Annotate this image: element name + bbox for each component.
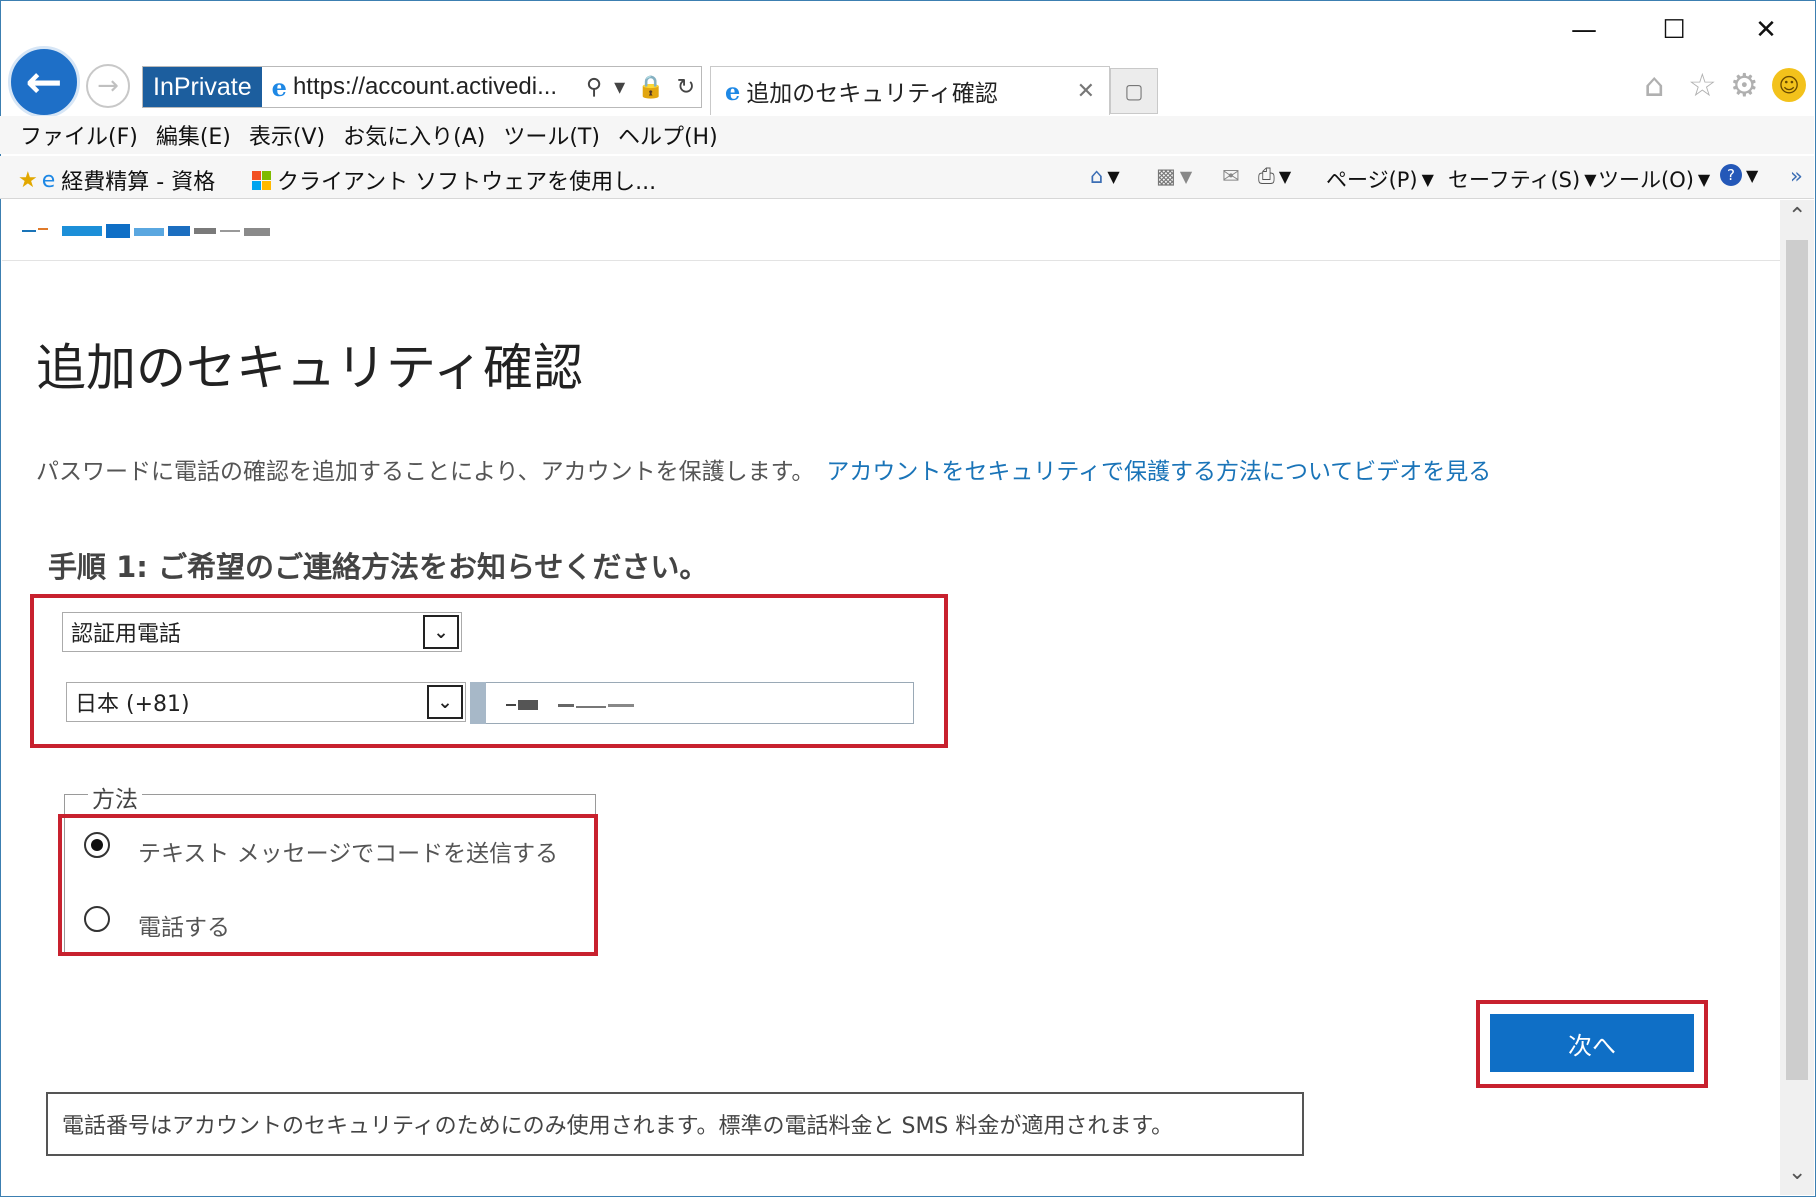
favorites-star-icon[interactable]: ☆: [1688, 66, 1717, 104]
windows-logo-icon: [252, 170, 271, 190]
favorite-item[interactable]: クライアント ソフトウェアを使用し...: [252, 164, 656, 196]
address-bar[interactable]: InPrivate e https://account.activedi... …: [142, 66, 702, 108]
dropdown-icon: ▼: [1421, 169, 1434, 189]
next-button[interactable]: 次へ: [1490, 1014, 1694, 1072]
phone-field-grip: [470, 682, 486, 724]
dropdown-icon[interactable]: ▾: [614, 75, 625, 100]
home-icon: ⌂: [1090, 164, 1104, 188]
back-button[interactable]: ←: [8, 46, 80, 118]
favorite-item[interactable]: ★ e 経費精算 - 資格: [18, 164, 215, 196]
arrow-left-icon: ←: [25, 56, 63, 108]
home-icon[interactable]: ⌂: [1644, 66, 1664, 104]
favorites-star-icon: ★: [18, 167, 38, 193]
dropdown-icon: ▼: [1584, 169, 1597, 189]
favorite-label: 経費精算 - 資格: [61, 170, 216, 195]
gear-icon[interactable]: ⚙: [1730, 66, 1759, 104]
country-select[interactable]: 日本 (+81) ⌄: [66, 682, 466, 722]
scroll-down-icon[interactable]: ⌄: [1788, 1160, 1806, 1185]
intro-text: パスワードに電話の確認を追加することにより、アカウントを保護します。 アカウントを…: [36, 452, 1491, 486]
dropdown-icon: ▼: [1179, 166, 1193, 186]
new-tab-button[interactable]: ▢: [1110, 68, 1158, 114]
help-icon: ?: [1720, 164, 1742, 186]
menu-file[interactable]: ファイル(F): [20, 119, 138, 151]
dropdown-icon: ▼: [1107, 166, 1120, 186]
dropdown-icon: ▼: [1278, 167, 1292, 186]
menu-tools[interactable]: ツール(T): [503, 119, 600, 151]
ie-icon: e: [725, 76, 741, 106]
arrow-right-icon: →: [97, 71, 119, 101]
menu-bar: ファイル(F) 編集(E) 表示(V) お気に入り(A) ツール(T) ヘルプ(…: [0, 116, 1814, 154]
chevron-down-icon[interactable]: ⌄: [423, 615, 459, 649]
page-menu-label: ページ(P): [1326, 168, 1418, 192]
mail-command[interactable]: ✉: [1222, 164, 1240, 188]
scroll-thumb[interactable]: [1786, 240, 1808, 1080]
feeds-command[interactable]: ▩ ▼: [1156, 164, 1192, 188]
vertical-scrollbar[interactable]: ⌃ ⌄: [1780, 200, 1814, 1195]
lock-icon[interactable]: 🔒: [637, 75, 664, 100]
search-icon[interactable]: ⚲: [586, 75, 602, 100]
menu-help[interactable]: ヘルプ(H): [618, 119, 718, 151]
home-command[interactable]: ⌂ ▼: [1090, 164, 1120, 188]
country-value: 日本 (+81): [75, 692, 190, 717]
method-legend: 方法: [88, 780, 142, 814]
header-divider: [2, 260, 1780, 261]
company-logo: [22, 224, 270, 238]
dropdown-icon: ▼: [1746, 165, 1759, 185]
close-tab-icon[interactable]: ✕: [1077, 79, 1095, 104]
contact-method-value: 認証用電話: [71, 622, 182, 647]
help-command[interactable]: ? ▼: [1720, 164, 1758, 186]
menu-edit[interactable]: 編集(E): [156, 119, 231, 151]
favorite-label: クライアント ソフトウェアを使用し...: [277, 170, 657, 195]
redacted-phone-number: [506, 700, 634, 710]
close-icon[interactable]: ✕: [1736, 10, 1796, 50]
feedback-smile-icon[interactable]: ☺: [1772, 68, 1806, 102]
contact-method-select[interactable]: 認証用電話 ⌄: [62, 612, 462, 652]
favorites-bar: ★ e 経費精算 - 資格 クライアント ソフトウェアを使用し... ⌂ ▼ ▩ ▼…: [0, 156, 1814, 199]
maximize-icon[interactable]: ☐: [1644, 10, 1704, 50]
rss-icon: ▩: [1156, 164, 1176, 188]
chevron-more-icon[interactable]: »: [1790, 164, 1803, 188]
intro-description: パスワードに電話の確認を追加することにより、アカウントを保護します。: [36, 459, 815, 485]
url-text[interactable]: https://account.activedi...: [293, 73, 580, 101]
inprivate-badge: InPrivate: [143, 67, 262, 107]
ie-icon: e: [41, 167, 56, 193]
page-command[interactable]: ページ(P) ▼: [1326, 164, 1434, 194]
dropdown-icon: ▼: [1697, 169, 1711, 189]
menu-view[interactable]: 表示(V): [249, 119, 325, 151]
radio-phone-call-label[interactable]: 電話する: [138, 908, 230, 942]
radio-text-message[interactable]: [84, 832, 110, 858]
page-title: 追加のセキュリティ確認: [36, 339, 583, 397]
chevron-down-icon[interactable]: ⌄: [427, 685, 463, 719]
step-1-heading: 手順 1: ご希望のご連絡方法をお知らせください。: [48, 550, 709, 584]
tools-menu-label: ツール(O): [1598, 168, 1694, 192]
safety-menu-label: セーフティ(S): [1448, 168, 1581, 192]
menu-favorites[interactable]: お気に入り(A): [343, 119, 485, 151]
new-tab-icon: ▢: [1124, 79, 1144, 103]
radio-selected-dot: [91, 839, 103, 851]
forward-button[interactable]: →: [86, 64, 130, 108]
safety-command[interactable]: セーフティ(S) ▼: [1448, 164, 1597, 194]
scroll-up-icon[interactable]: ⌃: [1788, 204, 1806, 229]
video-link[interactable]: アカウントをセキュリティで保護する方法についてビデオを見る: [826, 459, 1491, 485]
radio-text-message-label[interactable]: テキスト メッセージでコードを送信する: [138, 834, 558, 868]
tools-command[interactable]: ツール(O) ▼: [1598, 164, 1710, 194]
refresh-icon[interactable]: ↻: [677, 75, 695, 100]
print-icon: ⎙: [1258, 164, 1275, 188]
radio-phone-call[interactable]: [84, 906, 110, 932]
tab-current[interactable]: e 追加のセキュリティ確認 ✕: [710, 66, 1110, 115]
disclaimer-note: 電話番号はアカウントのセキュリティのためにのみ使用されます。標準の電話料金と S…: [46, 1092, 1304, 1156]
tab-title: 追加のセキュリティ確認: [746, 81, 998, 107]
minimize-icon[interactable]: —: [1554, 10, 1614, 50]
print-command[interactable]: ⎙ ▼: [1258, 164, 1291, 189]
ie-icon: e: [271, 72, 287, 102]
mail-icon: ✉: [1222, 164, 1240, 188]
